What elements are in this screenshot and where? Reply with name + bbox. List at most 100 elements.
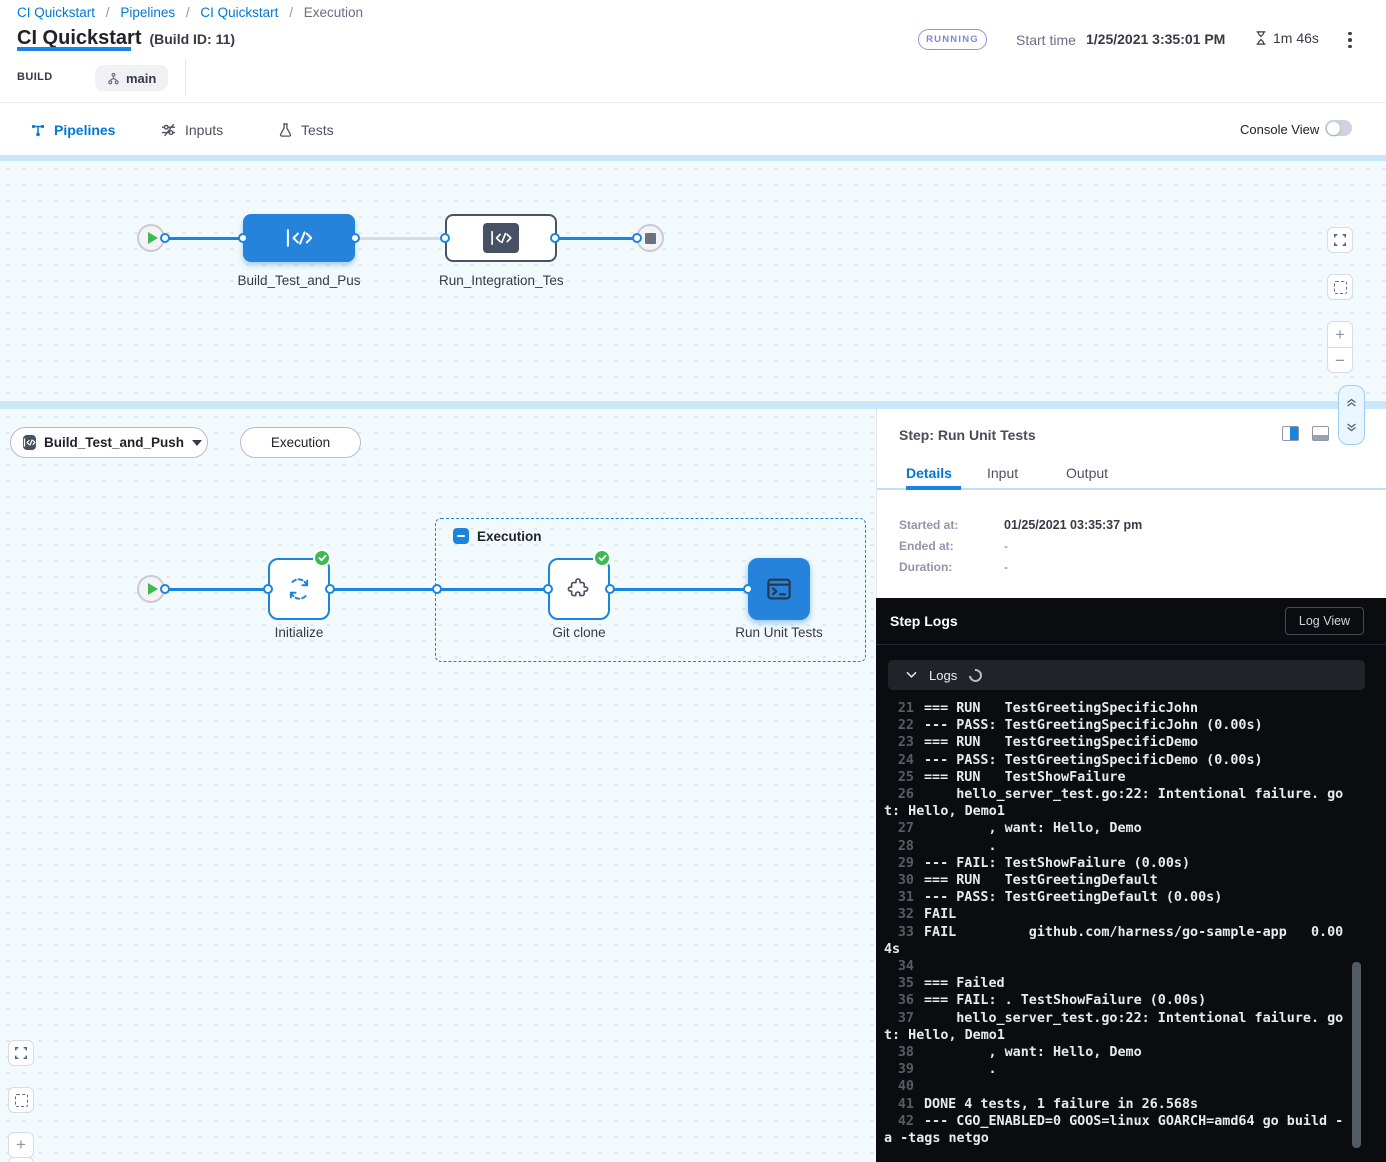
zoom-in-button[interactable]: + [8,1132,34,1158]
header-divider [185,60,186,96]
console-view-toggle[interactable] [1325,120,1352,136]
port [160,584,170,594]
pipelines-icon [30,122,46,138]
zoom-controls: + − [1327,321,1353,373]
main-tabbar: Pipelines Inputs Tests Console View [0,104,1386,155]
start-time-label: Start time [1016,32,1076,48]
select-mode-button[interactable] [1327,274,1353,300]
zoom-in-button[interactable]: + [1328,322,1352,348]
execution-pill-button[interactable]: Execution [240,427,361,458]
more-options-button[interactable] [1343,28,1357,52]
logs-section-label: Logs [929,668,957,683]
edge-stage2-to-end [555,237,637,240]
code-icon [483,223,519,253]
layout-right-split-icon[interactable] [1282,426,1299,441]
edge-start-to-stage1 [165,237,243,240]
step-logs-title: Step Logs [890,613,958,629]
active-tab-underline [906,486,961,490]
detail-row-ended-at: Ended at:- [899,539,1008,553]
ci-execution-page: CI Quickstart / Pipelines / CI Quickstar… [0,0,1386,1162]
chevron-double-up-icon [1345,397,1358,409]
log-line: 38 , want: Hello, Demo [884,1044,1350,1061]
inputs-icon [160,122,177,138]
panel-split-divider[interactable] [0,401,1386,409]
breadcrumb-separator: / [289,5,293,20]
log-line: 28 . [884,838,1350,855]
log-line: 36=== FAIL: . TestShowFailure (0.00s) [884,992,1350,1009]
start-time-value: 1/25/2021 3:35:01 PM [1086,31,1225,47]
layout-bottom-split-icon[interactable] [1312,426,1329,441]
step-node-label: Git clone [524,625,634,640]
breadcrumb-separator: / [186,5,190,20]
code-icon [284,228,314,248]
edge-start-to-initialize [165,588,268,591]
log-line: 29--- FAIL: TestShowFailure (0.00s) [884,855,1350,872]
terminal-icon [764,574,794,604]
tabbar-accent-strip [0,155,1386,161]
port [350,233,360,243]
zoom-out-button[interactable]: − [1328,348,1352,374]
breadcrumb-separator: / [106,5,110,20]
play-icon [148,583,158,595]
tab-pipelines[interactable]: Pipelines [30,104,115,155]
stage-steps-canvas[interactable]: Build_Test_and_Push Execution Execution [0,409,876,1162]
log-line: 26 hello_server_test.go:22: Intentional … [884,786,1350,820]
log-line: 31--- PASS: TestGreetingDefault (0.00s) [884,889,1350,906]
breadcrumb: CI Quickstart / Pipelines / CI Quickstar… [17,5,363,20]
panel-resize-chevrons[interactable] [1338,385,1365,445]
success-check-icon [313,549,331,567]
tab-output[interactable]: Output [1066,465,1108,481]
step-details-panel: Step: Run Unit Tests Details Input Outpu… [876,409,1386,598]
chevron-down-icon [192,440,202,446]
log-scrollbar-thumb[interactable] [1352,962,1361,1148]
port [238,233,248,243]
ended-at-value: - [1004,539,1008,553]
tab-tests[interactable]: Tests [278,104,334,155]
step-panel-title: Step: Run Unit Tests [899,427,1036,443]
step-node-git-clone[interactable] [548,558,610,620]
fullscreen-button[interactable] [1327,227,1353,253]
started-at-value: 01/25/2021 03:35:37 pm [1004,518,1142,532]
log-line: 24--- PASS: TestGreetingSpecificDemo (0.… [884,752,1350,769]
select-mode-button[interactable] [8,1087,34,1113]
tab-details[interactable]: Details [906,465,952,481]
stop-icon [645,233,656,244]
log-line: 21=== RUN TestGreetingSpecificJohn [884,700,1350,717]
log-line: 37 hello_server_test.go:22: Intentional … [884,1010,1350,1044]
collapse-group-button[interactable] [453,528,469,544]
stage-node-run-integration-tests[interactable] [445,214,557,262]
zoom-out-button[interactable]: − [8,1157,34,1162]
stage-node-build-test-and-push[interactable] [243,214,355,262]
build-section-label: BUILD [17,71,53,83]
port [440,233,450,243]
logs-section-toggle[interactable]: Logs [888,660,1365,690]
breadcrumb-link-pipelines[interactable]: Pipelines [120,5,175,20]
pipeline-graph-canvas[interactable]: Build_Test_and_Pus Run_Integration_Tes +… [0,161,1386,401]
breadcrumb-link-ci-quickstart-2[interactable]: CI Quickstart [200,5,278,20]
step-logs-panel: Step Logs Log View Logs 21=== RUN TestGr… [876,598,1386,1162]
tests-icon [278,122,293,138]
puzzle-icon [566,576,592,602]
log-line: 39 . [884,1061,1350,1078]
duration-value: - [1004,560,1008,574]
branch-tag[interactable]: main [95,65,168,91]
tab-inputs[interactable]: Inputs [160,104,223,155]
step-node-run-unit-tests[interactable] [748,558,810,620]
elapsed-duration: 1m 46s [1254,30,1319,46]
port [263,584,273,594]
spinner-icon [967,666,985,684]
log-line: 40 [884,1078,1350,1095]
step-node-initialize[interactable] [268,558,330,620]
stage-node-label: Build_Test_and_Pus [237,273,361,288]
execution-group-label: Execution [477,529,542,544]
page-header: CI Quickstart / Pipelines / CI Quickstar… [0,0,1386,103]
tab-input[interactable]: Input [987,465,1018,481]
log-view-button[interactable]: Log View [1285,607,1364,635]
breadcrumb-link-ci-quickstart[interactable]: CI Quickstart [17,5,95,20]
step-logs-header: Step Logs Log View [876,598,1386,645]
fullscreen-button[interactable] [8,1040,34,1066]
step-node-label: Run Unit Tests [718,625,840,640]
stage-selector-dropdown[interactable]: Build_Test_and_Push [10,427,208,458]
log-line: 41DONE 4 tests, 1 failure in 26.568s [884,1096,1350,1113]
success-check-icon [593,549,611,567]
